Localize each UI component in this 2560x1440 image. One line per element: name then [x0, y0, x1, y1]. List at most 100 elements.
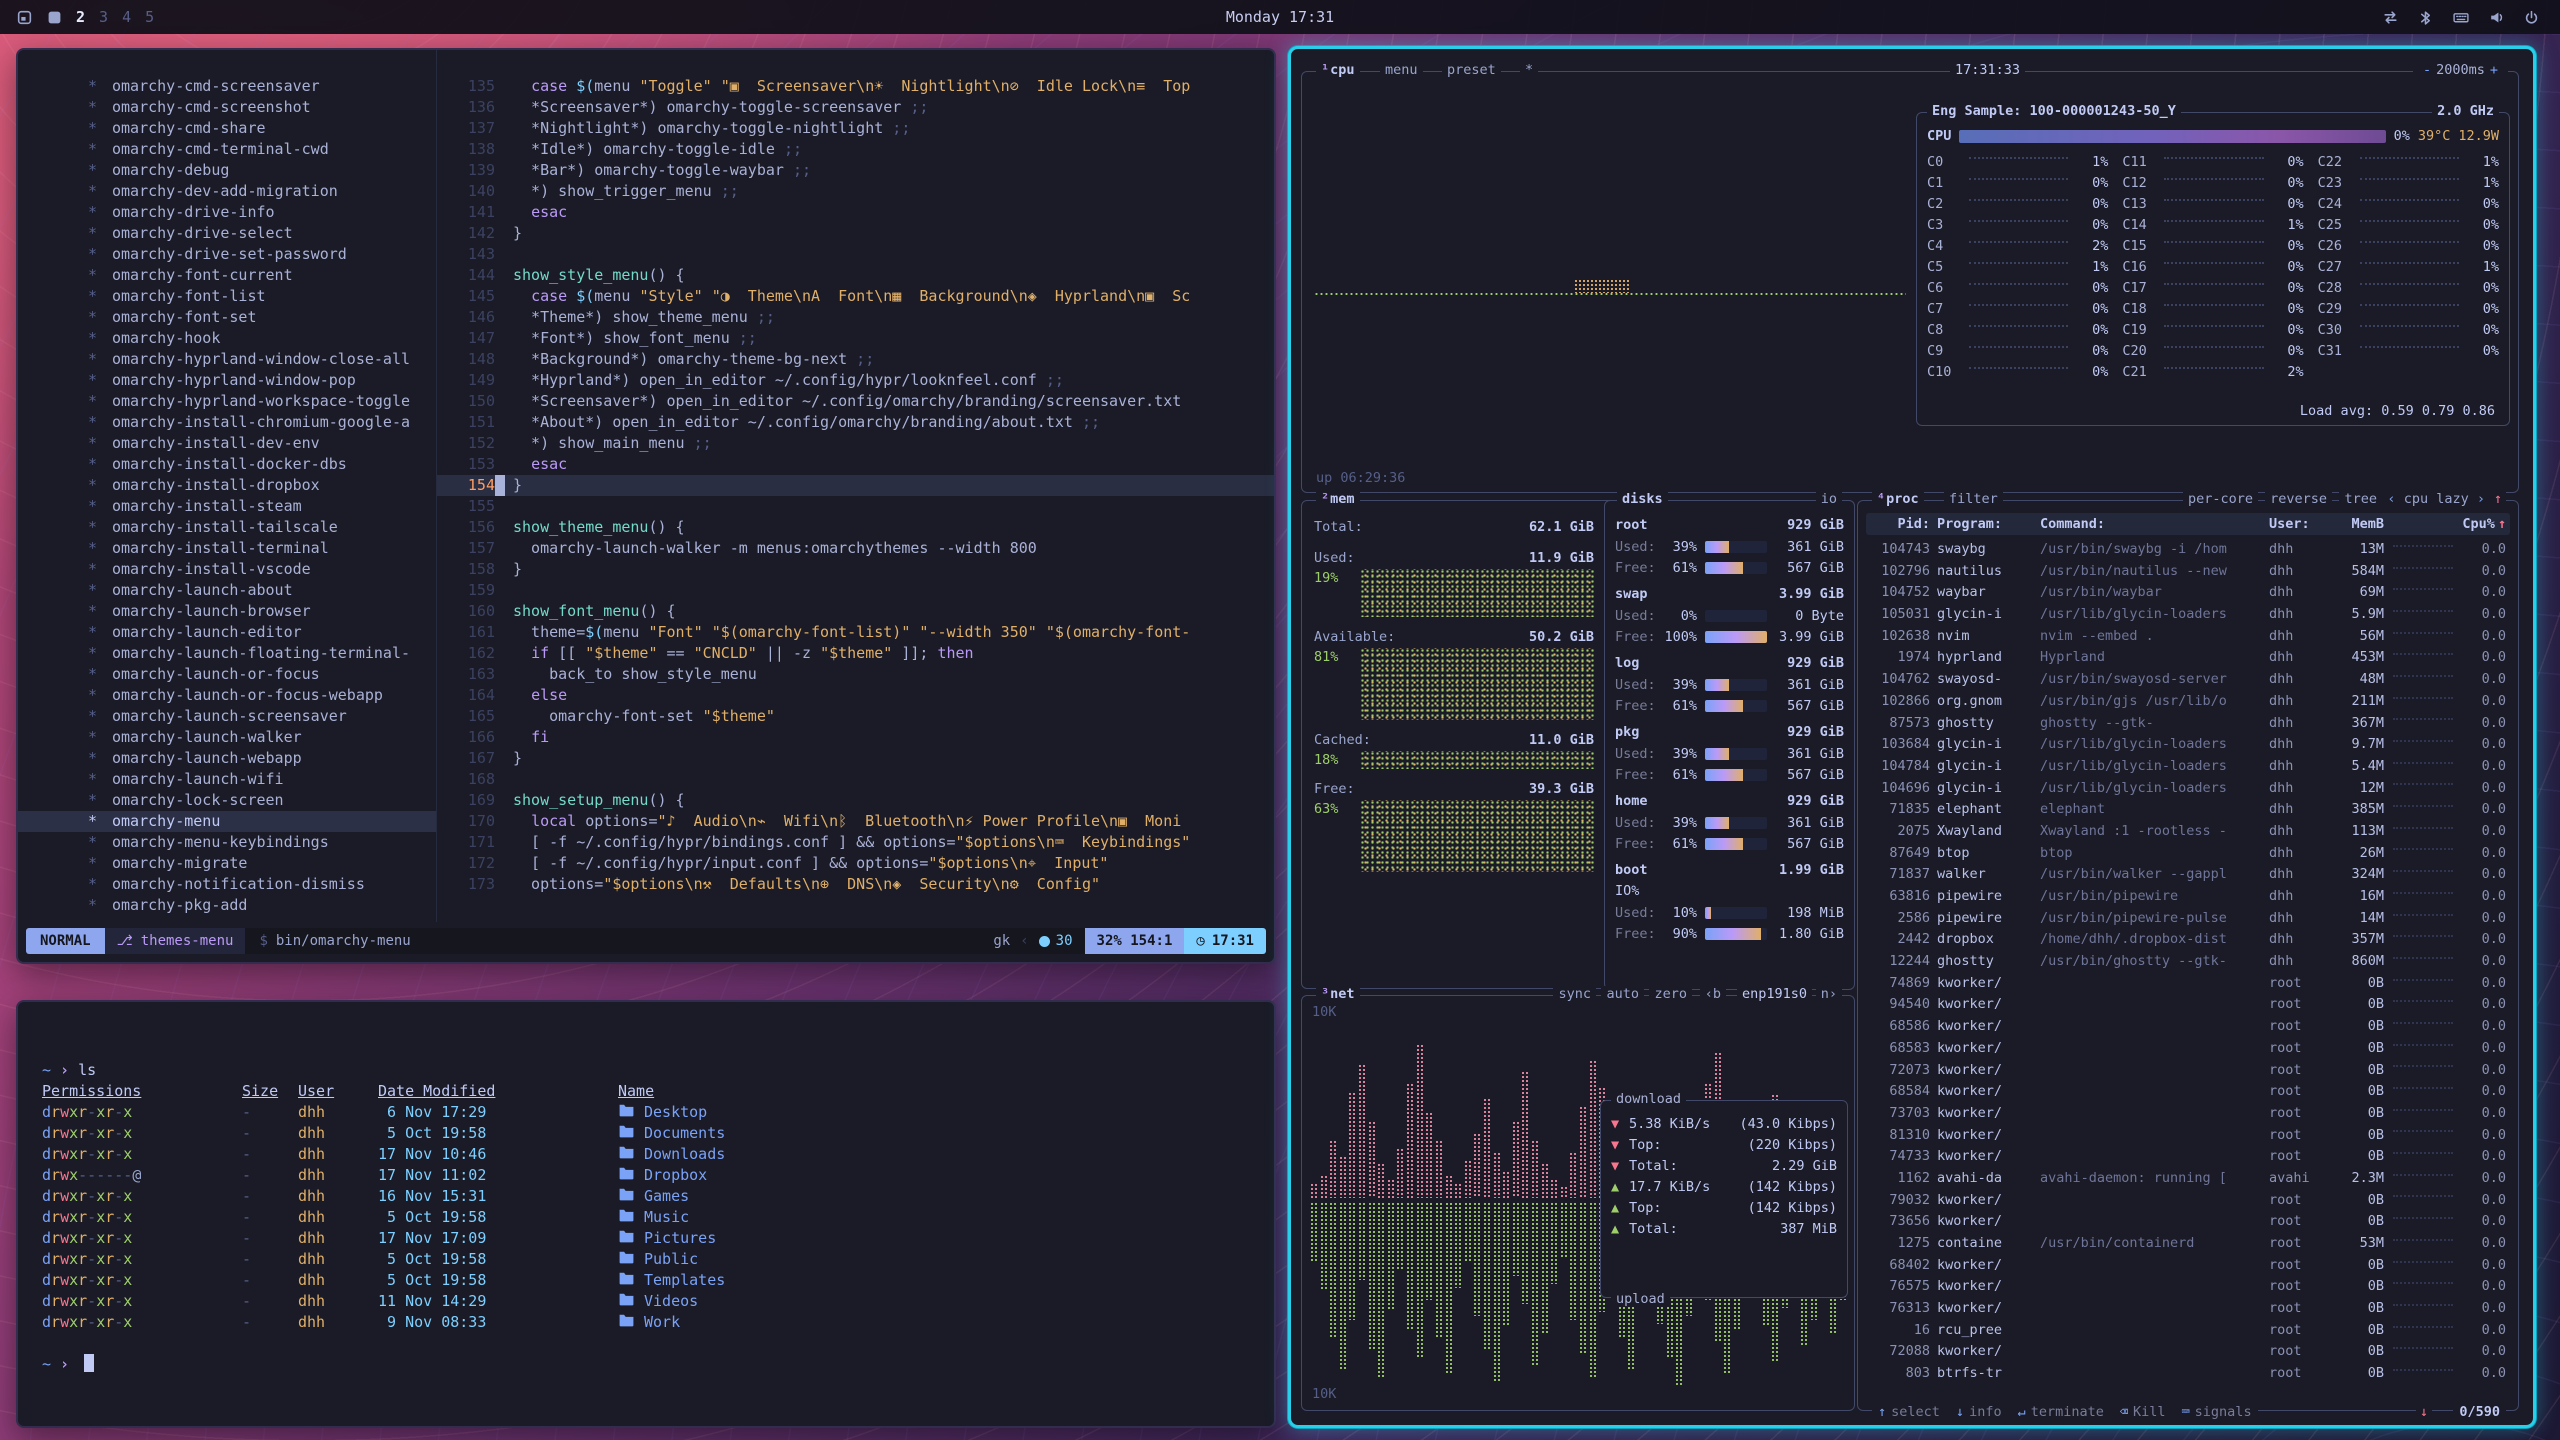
code-line[interactable]: 155	[437, 496, 1274, 517]
iface-next-button[interactable]: n›	[1816, 986, 1842, 1002]
file-list-item[interactable]: * omarchy-install-vscode	[18, 559, 436, 580]
process-row[interactable]: 1275 containe /usr/bin/containerd root 5…	[1870, 1233, 2506, 1255]
code-line[interactable]: 168	[437, 769, 1274, 790]
process-row[interactable]: 102796 nautilus /usr/bin/nautilus --new …	[1870, 561, 2506, 583]
file-list-item[interactable]: * omarchy-install-steam	[18, 496, 436, 517]
code-line[interactable]: 170 local options="♪ Audio\n⌁ Wifi\nᛒ Bl…	[437, 811, 1274, 832]
code-line[interactable]: 138 *Idle*) omarchy-toggle-idle ;;	[437, 139, 1274, 160]
code-line[interactable]: 135 case $(menu "Toggle" "▣ Screensaver\…	[437, 76, 1274, 97]
file-list-item[interactable]: * omarchy-menu-keybindings	[18, 832, 436, 853]
process-row[interactable]: 16 rcu_pree root 0B 0.0	[1870, 1320, 2506, 1342]
code-line[interactable]: 154 }	[437, 475, 1274, 496]
file-list-item[interactable]: * omarchy-hyprland-workspace-toggle	[18, 391, 436, 412]
file-list-item[interactable]: * omarchy-launch-floating-terminal-	[18, 643, 436, 664]
scroll-down-icon[interactable]: ↓	[2416, 1404, 2432, 1420]
code-line[interactable]: 158 }	[437, 559, 1274, 580]
file-list-item[interactable]: * omarchy-cmd-terminal-cwd	[18, 139, 436, 160]
footer-action[interactable]: ⌨signals	[2182, 1404, 2252, 1420]
file-list-item[interactable]: * omarchy-notification-dismiss	[18, 874, 436, 895]
process-row[interactable]: 94540 kworker/ root 0B 0.0	[1870, 994, 2506, 1016]
zero-button[interactable]: zero	[1649, 986, 1692, 1002]
code-line[interactable]: 160 show_font_menu() {	[437, 601, 1274, 622]
code-line[interactable]: 140 *) show_trigger_menu ;;	[437, 181, 1274, 202]
preset-star[interactable]: *	[1520, 62, 1538, 78]
file-list-item[interactable]: * omarchy-install-dropbox	[18, 475, 436, 496]
file-list-item[interactable]: * omarchy-hyprland-window-close-all	[18, 349, 436, 370]
code-line[interactable]: 162 if [[ "$theme" == "CNCLD" || -z "$th…	[437, 643, 1274, 664]
process-row[interactable]: 76313 kworker/ root 0B 0.0	[1870, 1298, 2506, 1320]
code-line[interactable]: 142 }	[437, 223, 1274, 244]
process-row[interactable]: 63816 pipewire /usr/bin/pipewire dhh 16M…	[1870, 886, 2506, 908]
file-list-item[interactable]: * omarchy-launch-browser	[18, 601, 436, 622]
file-list-item[interactable]: * omarchy-menu	[18, 811, 436, 832]
process-row[interactable]: 68583 kworker/ root 0B 0.0	[1870, 1038, 2506, 1060]
process-row[interactable]: 1974 hyprland Hyprland dhh 453M 0.0	[1870, 647, 2506, 669]
process-row[interactable]: 68584 kworker/ root 0B 0.0	[1870, 1081, 2506, 1103]
file-list-item[interactable]: * omarchy-launch-wifi	[18, 769, 436, 790]
file-list-item[interactable]: * omarchy-install-docker-dbs	[18, 454, 436, 475]
code-line[interactable]: 150 *Screensaver*) open_in_editor ~/.con…	[437, 391, 1274, 412]
file-list-item[interactable]: * omarchy-install-tailscale	[18, 517, 436, 538]
filter-button[interactable]: filter	[1944, 491, 2003, 507]
code-line[interactable]: 163 back_to show_style_menu	[437, 664, 1274, 685]
code-line[interactable]: 157 omarchy-launch-walker -m menus:omarc…	[437, 538, 1274, 559]
process-row[interactable]: 71837 walker /usr/bin/walker --gappl dhh…	[1870, 864, 2506, 886]
code-line[interactable]: 164 else	[437, 685, 1274, 706]
process-row[interactable]: 74869 kworker/ root 0B 0.0	[1870, 973, 2506, 995]
file-list-item[interactable]: * omarchy-drive-select	[18, 223, 436, 244]
code-line[interactable]: 136 *Screensaver*) omarchy-toggle-screen…	[437, 97, 1274, 118]
code-line[interactable]: 148 *Background*) omarchy-theme-bg-next …	[437, 349, 1274, 370]
file-list-item[interactable]: * omarchy-lock-screen	[18, 790, 436, 811]
code-line[interactable]: 169 show_setup_menu() {	[437, 790, 1274, 811]
file-list-item[interactable]: * omarchy-cmd-screenshot	[18, 97, 436, 118]
file-list-item[interactable]: * omarchy-drive-set-password	[18, 244, 436, 265]
code-line[interactable]: 165 omarchy-font-set "$theme"	[437, 706, 1274, 727]
code-line[interactable]: 143	[437, 244, 1274, 265]
per-core-button[interactable]: per-core	[2183, 491, 2258, 507]
file-list-item[interactable]: * omarchy-launch-webapp	[18, 748, 436, 769]
process-row[interactable]: 12244 ghostty /usr/bin/ghostty --gtk- dh…	[1870, 951, 2506, 973]
code-line[interactable]: 151 *About*) open_in_editor ~/.config/om…	[437, 412, 1274, 433]
file-list-item[interactable]: * omarchy-launch-screensaver	[18, 706, 436, 727]
reverse-button[interactable]: reverse	[2265, 491, 2332, 507]
file-list-item[interactable]: * omarchy-cmd-share	[18, 118, 436, 139]
code-line[interactable]: 161 theme=$(menu "Font" "$(omarchy-font-…	[437, 622, 1274, 643]
iface-prev-button[interactable]: ‹b	[1700, 986, 1726, 1002]
file-list-item[interactable]: * omarchy-migrate	[18, 853, 436, 874]
process-row[interactable]: 104784 glycin-i /usr/lib/glycin-loaders …	[1870, 756, 2506, 778]
footer-action[interactable]: ↑select	[1878, 1404, 1940, 1420]
file-list-item[interactable]: * omarchy-dev-add-migration	[18, 181, 436, 202]
code-line[interactable]: 145 case $(menu "Style" "◑ Theme\nA Font…	[437, 286, 1274, 307]
tree-button[interactable]: tree	[2339, 491, 2382, 507]
code-line[interactable]: 159	[437, 580, 1274, 601]
sort-column[interactable]: Cpu%↑	[2462, 516, 2506, 532]
interval-plus-button[interactable]: +	[2485, 62, 2503, 78]
file-list-item[interactable]: * omarchy-font-list	[18, 286, 436, 307]
code-line[interactable]: 141 esac	[437, 202, 1274, 223]
process-row[interactable]: 803 btrfs-tr root 0B 0.0	[1870, 1363, 2506, 1385]
file-list-item[interactable]: * omarchy-launch-about	[18, 580, 436, 601]
process-row[interactable]: 81310 kworker/ root 0B 0.0	[1870, 1125, 2506, 1147]
file-list-item[interactable]: * omarchy-install-dev-env	[18, 433, 436, 454]
file-list-item[interactable]: * omarchy-pkg-add	[18, 895, 436, 916]
process-row[interactable]: 2075 Xwayland Xwayland :1 -rootless - dh…	[1870, 821, 2506, 843]
file-list-item[interactable]: * omarchy-launch-or-focus	[18, 664, 436, 685]
file-list-item[interactable]: * omarchy-cmd-screensaver	[18, 76, 436, 97]
process-row[interactable]: 102866 org.gnom /usr/bin/gjs /usr/lib/o …	[1870, 691, 2506, 713]
process-row[interactable]: 73703 kworker/ root 0B 0.0	[1870, 1103, 2506, 1125]
process-row[interactable]: 103684 glycin-i /usr/lib/glycin-loaders …	[1870, 734, 2506, 756]
code-line[interactable]: 156 show_theme_menu() {	[437, 517, 1274, 538]
process-row[interactable]: 2442 dropbox /home/dhh/.dropbox-dist dhh…	[1870, 929, 2506, 951]
terminal-prompt[interactable]: ~ ›	[42, 1354, 1274, 1375]
process-row[interactable]: 87573 ghostty ghostty --gtk- dhh 367M 0.…	[1870, 713, 2506, 735]
process-row[interactable]: 104696 glycin-i /usr/lib/glycin-loaders …	[1870, 778, 2506, 800]
footer-action[interactable]: ⌫Kill	[2120, 1404, 2166, 1420]
process-row[interactable]: 68402 kworker/ root 0B 0.0	[1870, 1255, 2506, 1277]
code-line[interactable]: 172 [ -f ~/.config/hypr/input.conf ] && …	[437, 853, 1274, 874]
code-line[interactable]: 173 options="$options\n⚒ Defaults\n⊕ DNS…	[437, 874, 1274, 895]
process-row[interactable]: 104762 swayosd- /usr/bin/swayosd-server …	[1870, 669, 2506, 691]
code-line[interactable]: 139 *Bar*) omarchy-toggle-waybar ;;	[437, 160, 1274, 181]
code-line[interactable]: 147 *Font*) show_font_menu ;;	[437, 328, 1274, 349]
code-line[interactable]: 146 *Theme*) show_theme_menu ;;	[437, 307, 1274, 328]
process-row[interactable]: 68586 kworker/ root 0B 0.0	[1870, 1016, 2506, 1038]
